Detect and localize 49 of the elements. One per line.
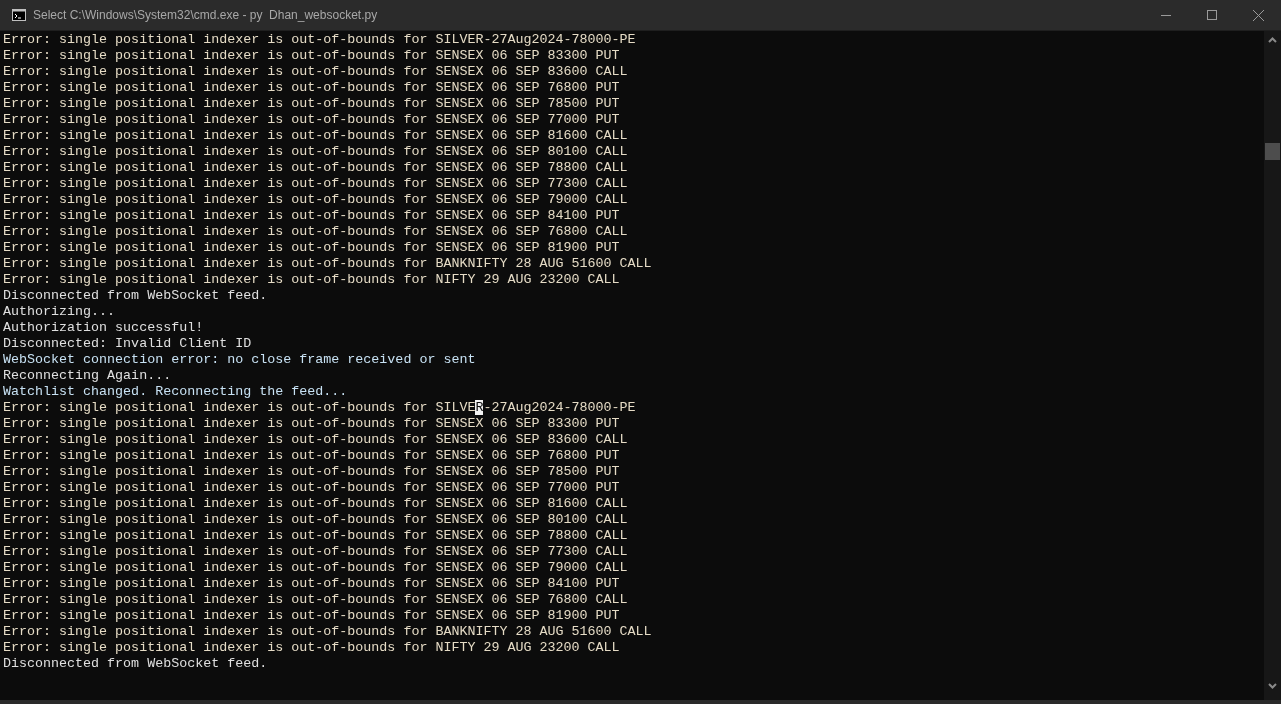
scroll-up-icon xyxy=(1268,37,1277,43)
console-line: Disconnected from WebSocket feed. xyxy=(3,288,269,304)
console-line: Error: single positional indexer is out-of-bounds for NIFTY 29 AUG 23200 CALL xyxy=(3,640,621,656)
console-line: Error: single positional indexer is out-of-bounds for SENSEX 06 SEP 78800 CALL xyxy=(3,160,629,176)
console-line: Error: single positional indexer is out-of-bounds for NIFTY 29 AUG 23200 CALL xyxy=(3,272,621,288)
console-line: Error: single positional indexer is out-of-bounds for SENSEX 06 SEP 84100 PUT xyxy=(3,576,621,592)
console-line: Error: single positional indexer is out-of-bounds for SENSEX 06 SEP 83300 PUT xyxy=(3,416,621,432)
console-line: Error: single positional indexer is out-of-bounds for SENSEX 06 SEP 83600 CALL xyxy=(3,64,629,80)
console-line: Error: single positional indexer is out-of-bounds for SENSEX 06 SEP 77300 CALL xyxy=(3,176,629,192)
console-line: Reconnecting Again... xyxy=(3,368,173,384)
maximize-icon xyxy=(1207,10,1217,20)
console-line: Error: single positional indexer is out-of-bounds for SENSEX 06 SEP 76800 PUT xyxy=(3,80,621,96)
scrollbar-thumb[interactable] xyxy=(1265,143,1280,160)
console-line: Error: single positional indexer is out-of-bounds for SENSEX 06 SEP 77000 PUT xyxy=(3,480,621,496)
console-line: Error: single positional indexer is out-of-bounds for SENSEX 06 SEP 80100 CALL xyxy=(3,512,629,528)
console-line: Error: single positional indexer is out-of-bounds for SENSEX 06 SEP 77000 PUT xyxy=(3,112,621,128)
console-line: Disconnected from WebSocket feed. xyxy=(3,656,269,672)
console-line: Error: single positional indexer is out-of-bounds for SENSEX 06 SEP 78800 CALL xyxy=(3,528,629,544)
console-line: Authorizing... xyxy=(3,304,117,320)
console-line: Authorization successful! xyxy=(3,320,205,336)
console-line: WebSocket connection error: no close frame received or sent xyxy=(3,352,477,368)
minimize-icon xyxy=(1161,14,1171,16)
console-line: Error: single positional indexer is out-of-bounds for SENSEX 06 SEP 83300 PUT xyxy=(3,48,621,64)
console-line: Watchlist changed. Reconnecting the feed... xyxy=(3,384,349,400)
console-line: Error: single positional indexer is out-of-bounds for SENSEX 06 SEP 81900 PUT xyxy=(3,608,621,624)
vertical-scrollbar[interactable] xyxy=(1264,31,1281,700)
console-line: Error: single positional indexer is out-of-bounds for SENSEX 06 SEP 81900 PUT xyxy=(3,240,621,256)
console-line: Error: single positional indexer is out-of-bounds for SENSEX 06 SEP 79000 CALL xyxy=(3,192,629,208)
console-line: Error: single positional indexer is out-of-bounds for SENSEX 06 SEP 78500 PUT xyxy=(3,464,621,480)
console-line: Error: single positional indexer is out-of-bounds for SILVER-27Aug2024-78000-PE xyxy=(3,400,637,416)
console-line: Error: single positional indexer is out-of-bounds for BANKNIFTY 28 AUG 51600 CALL xyxy=(3,624,653,640)
console-line: Error: single positional indexer is out-of-bounds for SENSEX 06 SEP 81600 CALL xyxy=(3,496,629,512)
console-line: Error: single positional indexer is out-of-bounds for SENSEX 06 SEP 79000 CALL xyxy=(3,560,629,576)
console-line: Error: single positional indexer is out-of-bounds for SENSEX 06 SEP 83600 CALL xyxy=(3,432,629,448)
scroll-down-icon xyxy=(1268,683,1277,689)
console-line: Error: single positional indexer is out-of-bounds for SENSEX 06 SEP 84100 PUT xyxy=(3,208,621,224)
console-line: Error: single positional indexer is out-of-bounds for SENSEX 06 SEP 76800 PUT xyxy=(3,448,621,464)
console-line: Error: single positional indexer is out-of-bounds for SENSEX 06 SEP 76800 CALL xyxy=(3,592,629,608)
console-line: Error: single positional indexer is out-of-bounds for SENSEX 06 SEP 77300 CALL xyxy=(3,544,629,560)
console-line: Error: single positional indexer is out-of-bounds for SENSEX 06 SEP 78500 PUT xyxy=(3,96,621,112)
console-app-icon xyxy=(12,9,26,21)
console-line: Error: single positional indexer is out-of-bounds for SENSEX 06 SEP 81600 CALL xyxy=(3,128,629,144)
window-title: Select C:\Windows\System32\cmd.exe - py Dhan_websocket.py xyxy=(33,7,378,24)
console-line: Error: single positional indexer is out-of-bounds for SENSEX 06 SEP 76800 CALL xyxy=(3,224,629,240)
console-line: Error: single positional indexer is out-of-bounds for BANKNIFTY 28 AUG 51600 CALL xyxy=(3,256,653,272)
console-line: Error: single positional indexer is out-of-bounds for SENSEX 06 SEP 80100 CALL xyxy=(3,144,629,160)
console-line: Error: single positional indexer is out-of-bounds for SILVER-27Aug2024-78000-PE xyxy=(3,32,637,48)
console-line: Disconnected: Invalid Client ID xyxy=(3,336,253,352)
close-icon xyxy=(1252,9,1264,21)
